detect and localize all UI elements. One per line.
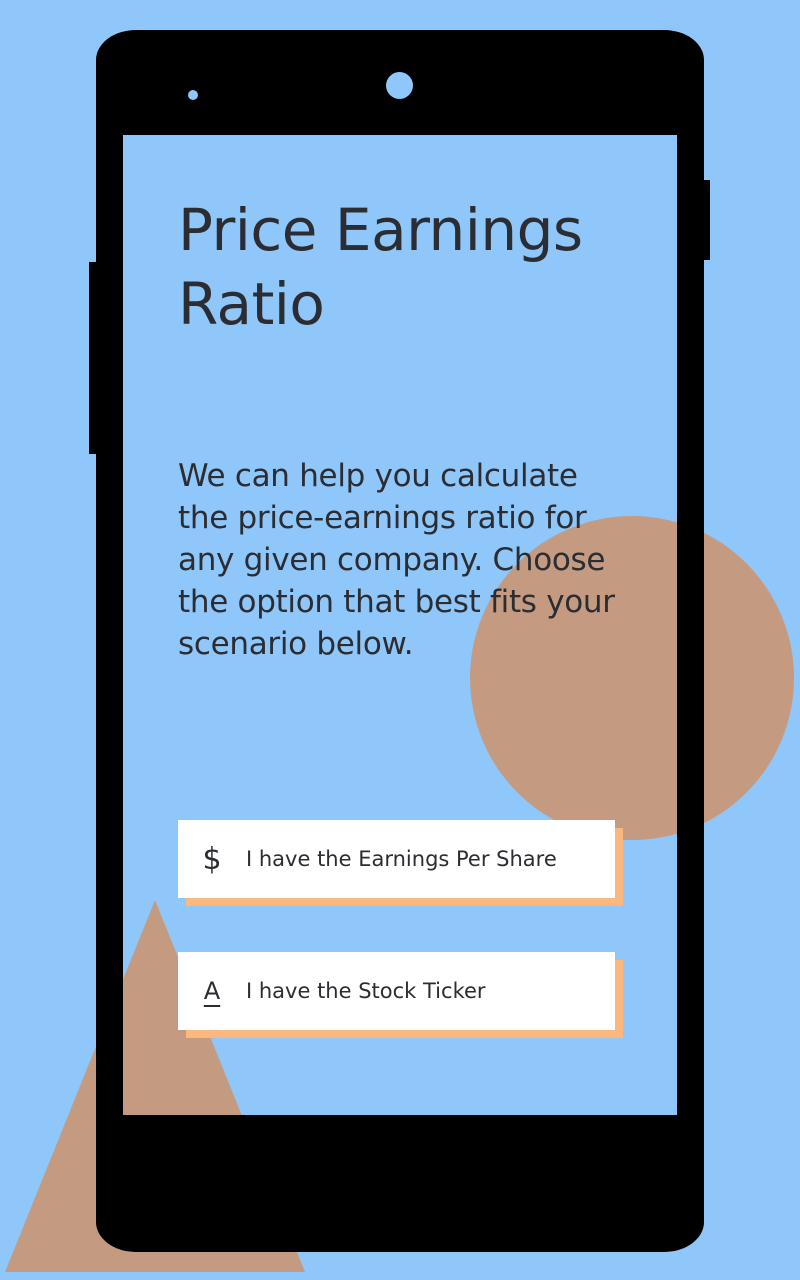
dollar-icon: $ <box>202 841 222 877</box>
page-description: We can help you calculate the price-earn… <box>178 458 615 662</box>
phone-camera <box>386 72 413 99</box>
page-title: Price Earnings Ratio <box>178 196 583 338</box>
stock-ticker-button[interactable]: A I have the Stock Ticker <box>178 952 615 1030</box>
marketing-canvas: Price Earnings Ratio We can help you cal… <box>0 0 800 1280</box>
stock-ticker-label: I have the Stock Ticker <box>246 979 486 1003</box>
ticker-icon: A <box>203 977 221 1005</box>
phone-screen: Price Earnings Ratio We can help you cal… <box>123 135 677 1115</box>
phone-sensor <box>188 90 198 100</box>
earnings-per-share-button[interactable]: $ I have the Earnings Per Share <box>178 820 615 898</box>
earnings-per-share-label: I have the Earnings Per Share <box>246 847 557 871</box>
